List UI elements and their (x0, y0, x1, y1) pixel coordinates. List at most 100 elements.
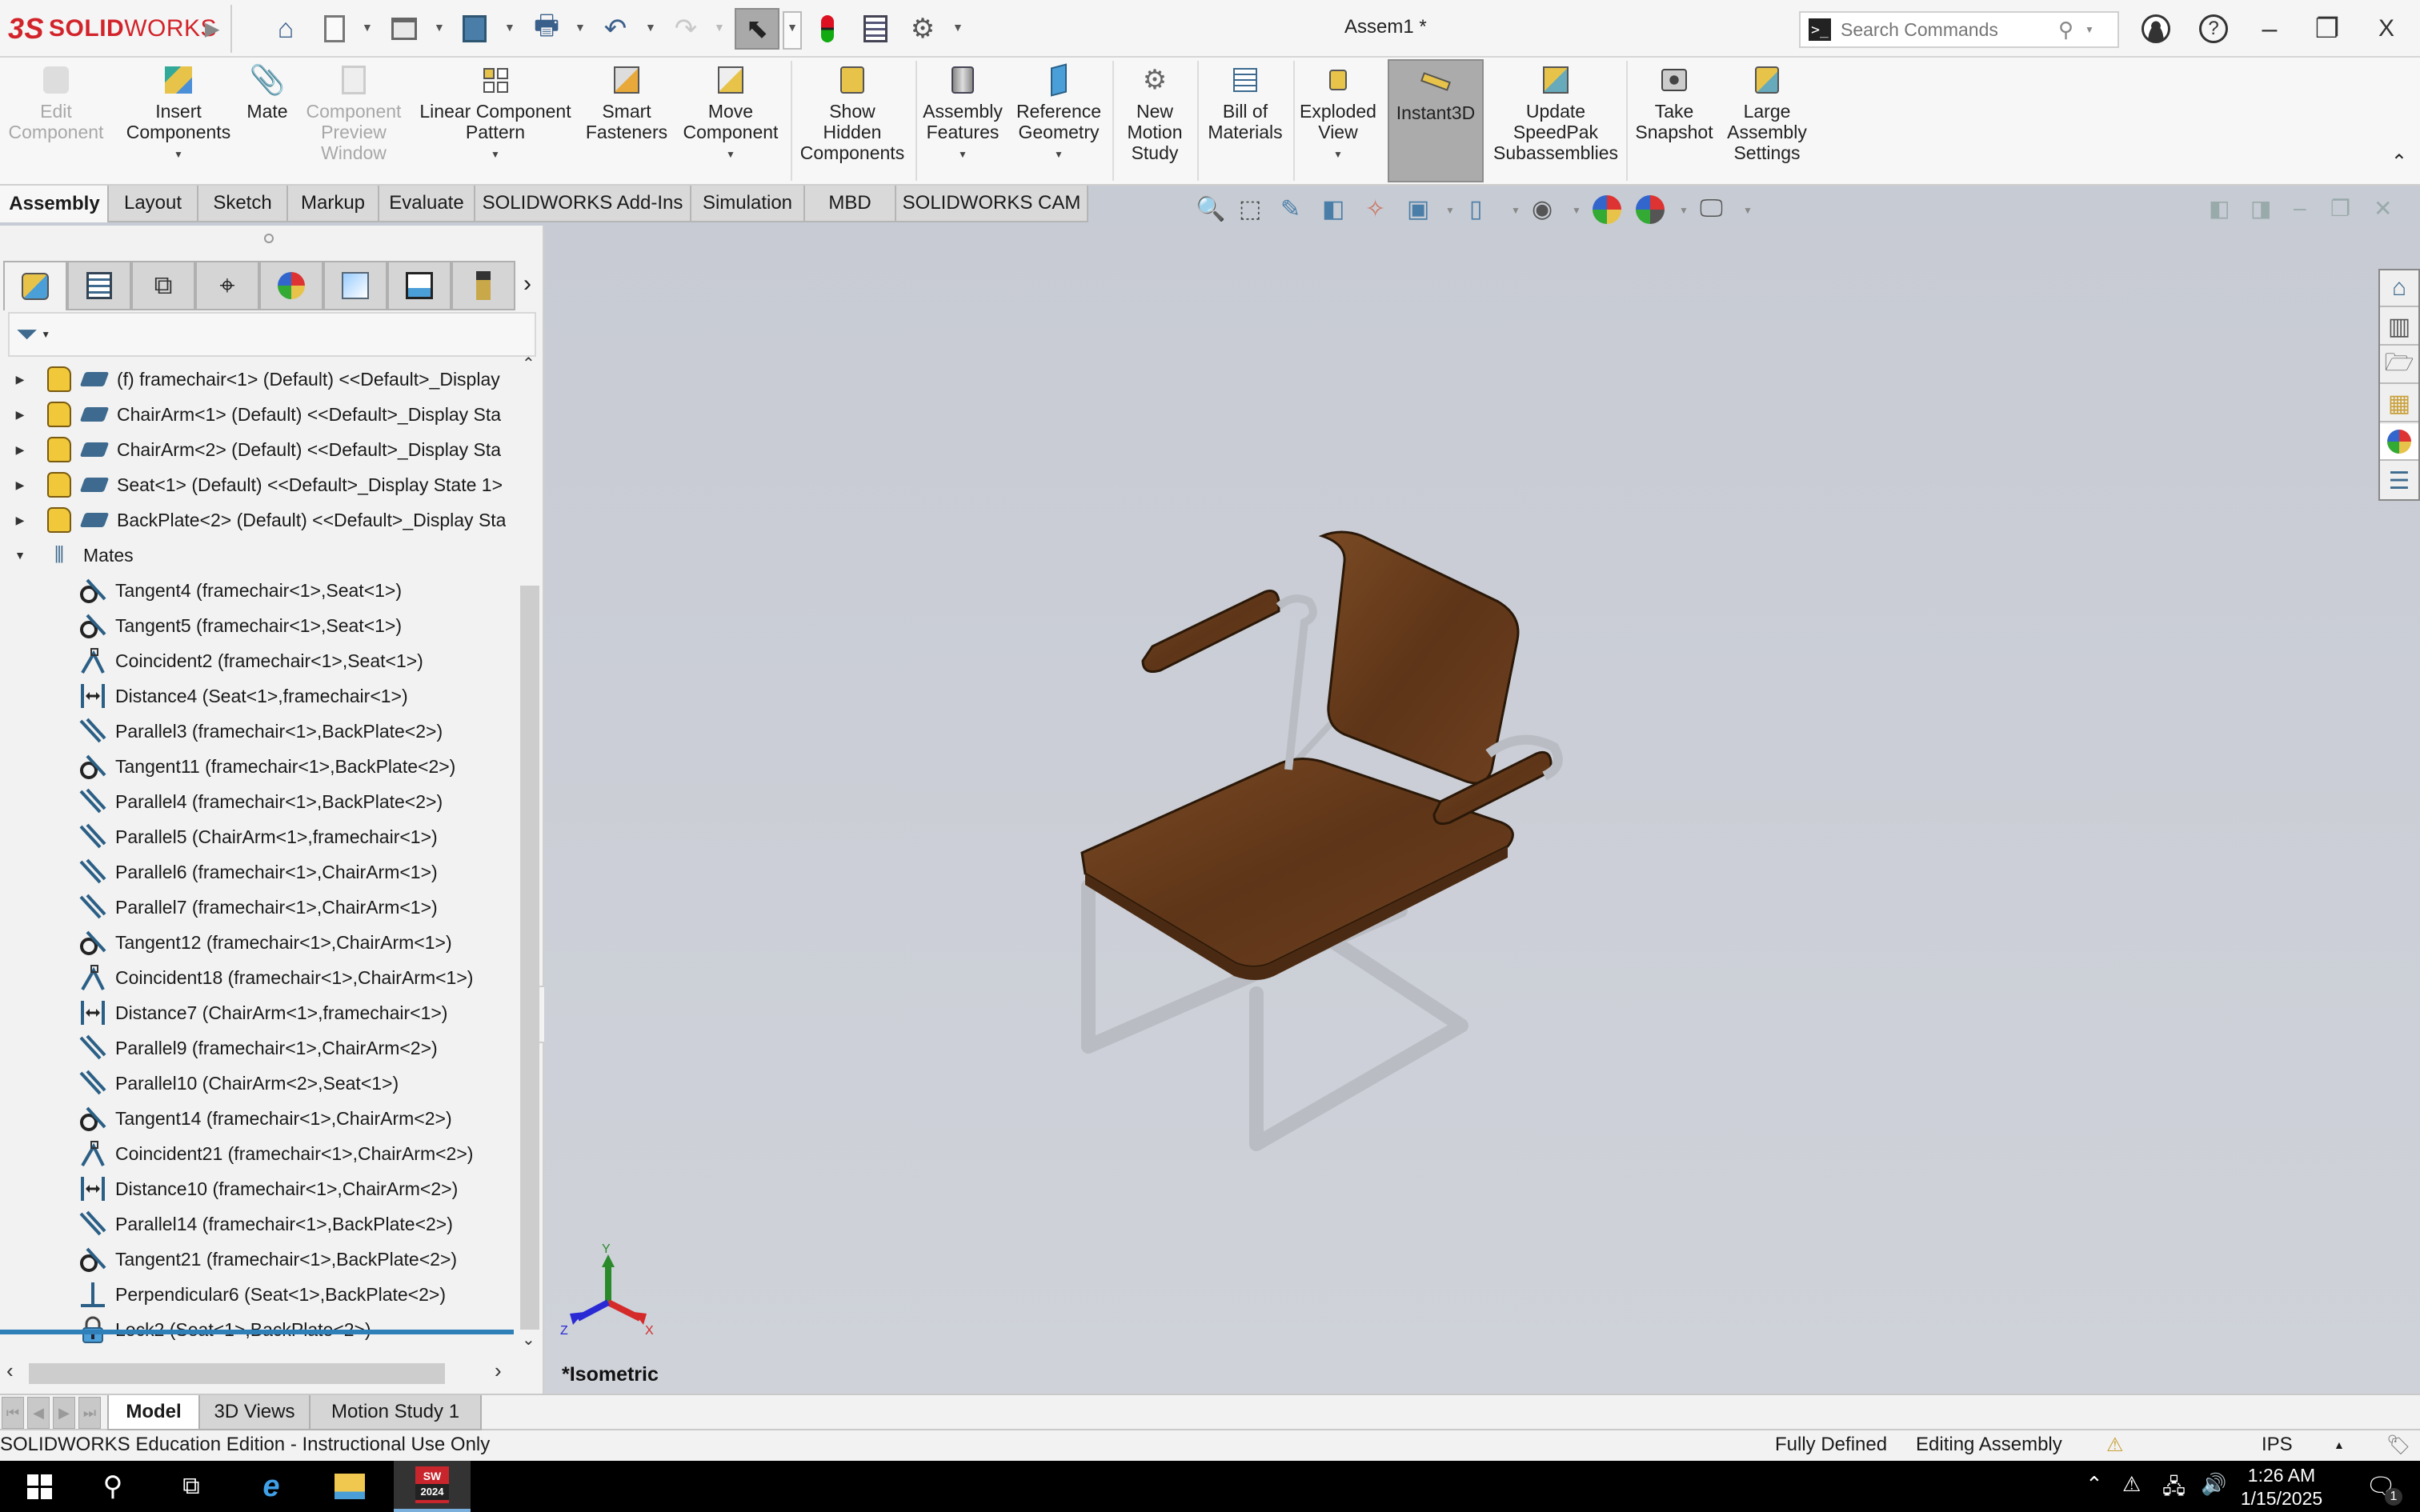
new-document-button[interactable] (317, 10, 352, 48)
tab-3d-views[interactable]: 3D Views (198, 1395, 311, 1430)
panel-grip-handle[interactable] (264, 234, 274, 243)
undo-dropdown-arrow[interactable]: ▼ (645, 21, 656, 34)
large-assembly-settings-button[interactable]: Large Assembly Settings (1722, 62, 1812, 163)
display-style-icon[interactable]: ▯ (1469, 195, 1483, 223)
doc-restore-icon[interactable]: ❐ (2330, 195, 2350, 222)
mate-row[interactable]: Parallel14 (framechair<1>,BackPlate<2>) (0, 1206, 520, 1242)
mate-row[interactable]: Parallel3 (framechair<1>,BackPlate<2>) (0, 714, 520, 749)
tab-motion-study-1[interactable]: Motion Study 1 (309, 1395, 482, 1430)
hide-show-dropdown[interactable]: ▼ (1572, 205, 1581, 216)
solidworks-logo[interactable]: 3S SOLID WORKS (8, 11, 217, 46)
rebuild-button[interactable] (813, 10, 842, 48)
help-button[interactable]: ? (2194, 11, 2233, 46)
horizontal-scroll-thumb[interactable] (29, 1363, 445, 1384)
expand-arrow-icon[interactable]: ▶ (11, 373, 29, 386)
search-taskbar-button[interactable]: ⚲ (77, 1461, 149, 1512)
mate-row[interactable]: Tangent5 (framechair<1>,Seat<1>) (0, 608, 520, 643)
mate-row[interactable]: Distance7 (ChairArm<1>,framechair<1>) (0, 995, 520, 1030)
zoom-to-area-icon[interactable]: ⬚ (1239, 195, 1261, 223)
dropdown-arrow[interactable]: ▼ (958, 144, 968, 165)
tree-component-row[interactable]: ▶ (f) framechair<1> (Default) <<Default>_… (0, 362, 520, 397)
apply-scene-icon[interactable] (1636, 195, 1665, 230)
move-component-button[interactable]: Move Component ▼ (679, 62, 783, 165)
chair-assembly-model[interactable] (544, 226, 2420, 1394)
restore-button[interactable]: ❐ (2308, 11, 2346, 46)
view-settings-dropdown[interactable]: ▼ (1743, 205, 1753, 216)
previous-view-icon[interactable]: ✎ (1280, 195, 1300, 223)
custom-properties-tab[interactable]: ☰ (2380, 462, 2418, 499)
display-style-dropdown[interactable]: ▼ (1511, 205, 1521, 216)
file-explorer-button[interactable] (314, 1461, 386, 1512)
dropdown-arrow[interactable]: ▼ (1054, 144, 1064, 165)
options-dropdown-arrow[interactable]: ▼ (952, 21, 964, 34)
tree-component-row[interactable]: ▶ ChairArm<1> (Default) <<Default>_Displa… (0, 397, 520, 432)
tree-component-row[interactable]: ▶ BackPlate<2> (Default) <<Default>_Displ… (0, 502, 520, 538)
design-library-tab[interactable]: ▥ (2380, 309, 2418, 346)
tab-evaluate[interactable]: Evaluate (378, 186, 475, 222)
mate-button[interactable]: 📎 Mate (242, 62, 293, 122)
security-alert-icon[interactable]: ⚠ (2122, 1472, 2141, 1497)
rebuild-performance-icon[interactable]: ⚠ (2106, 1434, 2124, 1457)
rollback-bar[interactable] (0, 1330, 514, 1334)
print-dropdown-arrow[interactable]: ▼ (575, 21, 586, 34)
unit-system-dropdown-arrow[interactable]: ▲ (2334, 1438, 2345, 1451)
volume-icon[interactable]: 🔊 (2201, 1472, 2226, 1497)
mate-row[interactable]: Distance10 (framechair<1>,ChairArm<2>) (0, 1171, 520, 1206)
tab-solidworks-add-ins[interactable]: SOLIDWORKS Add-Ins (474, 186, 691, 222)
tree-component-row[interactable]: ▶ Seat<1> (Default) <<Default>_Display St… (0, 467, 520, 502)
open-button[interactable] (384, 10, 424, 48)
mate-row[interactable]: Distance4 (Seat<1>,framechair<1>) (0, 678, 520, 714)
mate-row[interactable]: Tangent11 (framechair<1>,BackPlate<2>) (0, 749, 520, 784)
expand-arrow-icon[interactable]: ▶ (11, 514, 29, 527)
collapse-arrow-icon[interactable]: ▼ (11, 549, 29, 562)
tree-scrollbar-thumb[interactable] (520, 586, 539, 1330)
mate-row[interactable]: Parallel4 (framechair<1>,BackPlate<2>) (0, 784, 520, 819)
system-clock[interactable]: 1:26 AM 1/15/2025 (2238, 1464, 2326, 1510)
tab-mbd[interactable]: MBD (803, 186, 896, 222)
doc-close-icon[interactable]: ✕ (2374, 195, 2392, 222)
tags-icon[interactable]: 🏷 (2386, 1434, 2410, 1457)
select-dropdown-arrow[interactable]: ▼ (783, 11, 802, 50)
bill-of-materials-button[interactable]: Bill of Materials (1202, 62, 1288, 142)
close-button[interactable]: X (2367, 11, 2406, 46)
view-orientation-icon[interactable]: ▣ (1407, 195, 1429, 223)
instant3d-button[interactable]: Instant3D (1388, 59, 1484, 182)
show-hidden-components-button[interactable]: Show Hidden Components (794, 62, 911, 163)
assembly-features-button[interactable]: Assembly Features ▼ (920, 62, 1005, 165)
show-hidden-icons-chevron[interactable]: ⌃ (2085, 1472, 2103, 1497)
solidworks-taskbar-button[interactable]: SW 2024 (394, 1461, 471, 1512)
tree-mates-folder[interactable]: ▼ ⫴ Mates (0, 538, 520, 573)
mate-row[interactable]: Tangent4 (framechair<1>,Seat<1>) (0, 573, 520, 608)
configuration-manager-tab[interactable]: ⧉ (131, 261, 195, 310)
take-snapshot-button[interactable]: Take Snapshot (1633, 62, 1716, 142)
mate-row[interactable]: Parallel9 (framechair<1>,ChairArm<2>) (0, 1030, 520, 1066)
dimxpert-manager-tab[interactable]: ⌖ (195, 261, 259, 310)
exploded-view-button[interactable]: Exploded View ▼ (1298, 62, 1378, 165)
tile-right-icon[interactable]: ◨ (2250, 195, 2271, 222)
tab-simulation[interactable]: Simulation (690, 186, 805, 222)
new-dropdown-arrow[interactable]: ▼ (362, 21, 373, 34)
tab-markup[interactable]: Markup (286, 186, 379, 222)
task-view-button[interactable]: ⧉ (155, 1461, 227, 1512)
update-speedpak-button[interactable]: Update SpeedPak Subassemblies (1490, 62, 1621, 163)
mate-row[interactable]: Tangent12 (framechair<1>,ChairArm<1>) (0, 925, 520, 960)
internet-explorer-button[interactable]: e (235, 1461, 307, 1512)
search-icon[interactable]: ⚲ (2058, 18, 2073, 42)
edit-appearance-icon[interactable] (1593, 195, 1621, 230)
search-commands-box[interactable]: >_ ⚲ ▼ (1799, 11, 2119, 48)
display-manager-tab[interactable] (259, 261, 323, 310)
linear-component-pattern-button[interactable]: Linear Component Pattern ▼ (416, 62, 575, 165)
search-commands-input[interactable] (1841, 18, 2057, 41)
expand-arrow-icon[interactable]: ▶ (11, 408, 29, 422)
tab-sketch[interactable]: Sketch (197, 186, 288, 222)
view-settings-icon[interactable]: 🖵 (1700, 195, 1723, 222)
open-dropdown-arrow[interactable]: ▼ (434, 21, 445, 34)
next-tab-icon[interactable]: ▶ (53, 1397, 75, 1429)
tile-left-icon[interactable]: ◧ (2209, 195, 2230, 222)
first-tab-icon[interactable]: ⏮ (2, 1397, 24, 1429)
mate-row[interactable]: Parallel6 (framechair<1>,ChairArm<1>) (0, 854, 520, 890)
mate-row[interactable]: Tangent14 (framechair<1>,ChairArm<2>) (0, 1101, 520, 1136)
zoom-to-fit-icon[interactable]: 🔍 (1196, 195, 1225, 223)
section-view-icon[interactable]: ◧ (1322, 195, 1344, 223)
dropdown-arrow[interactable]: ▼ (174, 144, 183, 165)
